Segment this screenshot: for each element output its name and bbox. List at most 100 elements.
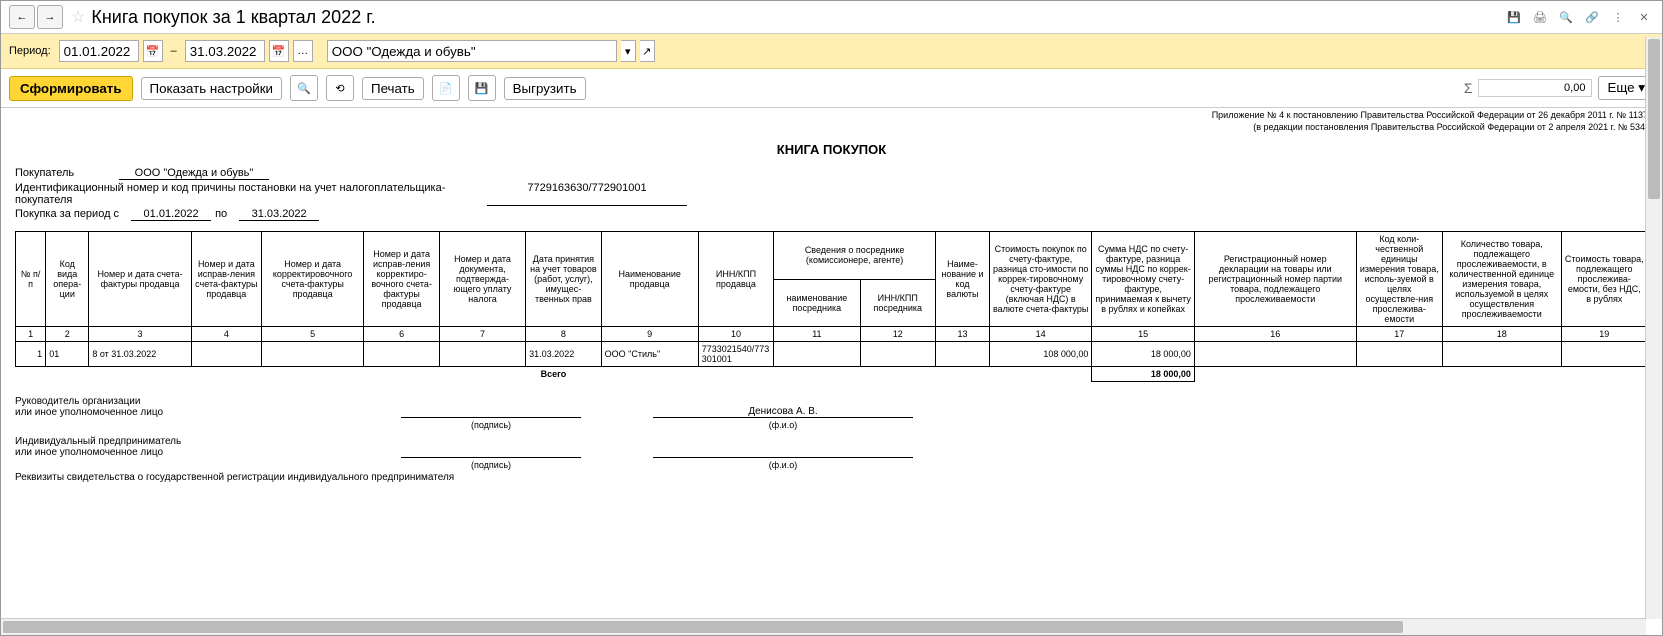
th-17: Код коли-чественной единицы измерения то…	[1356, 232, 1442, 327]
inn-value: 7729163630/772901001	[487, 182, 687, 206]
report-table: № п/п Код вида опера-ции Номер и дата сч…	[15, 231, 1648, 382]
print-button[interactable]: Печать	[362, 77, 424, 100]
num-16: 16	[1194, 327, 1356, 342]
th-11-12: Сведения о посреднике (комиссионере, аге…	[774, 232, 936, 280]
page-title: Книга покупок за 1 квартал 2022 г.	[91, 7, 375, 28]
num-1: 1	[16, 327, 46, 342]
period-text-label: Покупка за период с	[15, 208, 119, 221]
cell-7	[439, 342, 525, 367]
num-11: 11	[774, 327, 860, 342]
period-select-button[interactable]: …	[293, 40, 313, 62]
cell-cost: 108 000,00	[989, 342, 1091, 367]
cell-n: 1	[16, 342, 46, 367]
nav-forward-button[interactable]: →	[37, 5, 63, 29]
vertical-scrollbar[interactable]	[1645, 37, 1662, 619]
head-or-label: или иное уполномоченное лицо	[15, 407, 395, 418]
cell-6	[364, 342, 440, 367]
organization-dropdown-button[interactable]: ▾	[621, 40, 636, 62]
close-icon[interactable]: ✕	[1634, 7, 1654, 27]
num-8: 8	[526, 327, 602, 342]
period-dash: –	[171, 45, 177, 57]
save-file-button[interactable]: 💾	[468, 75, 496, 101]
num-5: 5	[261, 327, 363, 342]
horizontal-scrollbar[interactable]	[1, 618, 1646, 635]
print-icon[interactable]: 🖨	[1530, 7, 1550, 27]
report-title: КНИГА ПОКУПОК	[15, 142, 1648, 157]
period-to-value: 31.03.2022	[239, 208, 319, 221]
show-settings-button[interactable]: Показать настройки	[141, 77, 282, 100]
th-3: Номер и дата счета-фактуры продавца	[89, 232, 191, 327]
total-value: 18 000,00	[1092, 367, 1194, 382]
cell-16	[1194, 342, 1356, 367]
podpis-caption-1: (подпись)	[401, 420, 581, 430]
num-2: 2	[46, 327, 89, 342]
num-9: 9	[601, 327, 698, 342]
menu-icon[interactable]: ⋮	[1608, 7, 1628, 27]
th-1: № п/п	[16, 232, 46, 327]
cell-5	[261, 342, 363, 367]
link-icon[interactable]: 🔗	[1582, 7, 1602, 27]
cell-seller: ООО "Стиль"	[601, 342, 698, 367]
preview-icon[interactable]: 🔍	[1556, 7, 1576, 27]
th-16: Регистрационный номер декларации на това…	[1194, 232, 1356, 327]
nav-back-button[interactable]: ←	[9, 5, 35, 29]
head-label: Руководитель организации	[15, 396, 395, 407]
ip-fio-line	[653, 457, 913, 458]
th-7: Номер и дата документа, подтвержда-ющего…	[439, 232, 525, 327]
generate-button[interactable]: Сформировать	[9, 76, 133, 101]
cell-12	[860, 342, 936, 367]
sigma-icon: Σ	[1464, 80, 1473, 96]
period-to-calendar-button[interactable]: 📅	[269, 40, 289, 62]
th-14: Стоимость покупок по счету-фактуре, разн…	[989, 232, 1091, 327]
th-11: наименование посредника	[774, 279, 860, 327]
th-10: ИНН/КПП продавца	[698, 232, 774, 327]
num-19: 19	[1561, 327, 1647, 342]
table-row[interactable]: 1 01 8 от 31.03.2022 31.03.2022 ООО "Сти…	[16, 342, 1648, 367]
th-8: Дата принятия на учет товаров (работ, ус…	[526, 232, 602, 327]
th-2: Код вида опера-ции	[46, 232, 89, 327]
cell-19	[1561, 342, 1647, 367]
cell-13	[936, 342, 990, 367]
organization-open-button[interactable]: ↗	[640, 40, 655, 62]
favorite-star-icon[interactable]: ☆	[71, 7, 85, 27]
fio-caption-1: (ф.и.о)	[653, 420, 913, 430]
num-4: 4	[191, 327, 261, 342]
period-to-input[interactable]	[185, 40, 265, 62]
ip-sign-line	[401, 457, 581, 458]
cell-8: 31.03.2022	[526, 342, 602, 367]
th-9: Наименование продавца	[601, 232, 698, 327]
num-12: 12	[860, 327, 936, 342]
cell-17	[1356, 342, 1442, 367]
cell-code: 01	[46, 342, 89, 367]
legal-line-2: (в редакции постановления Правительства …	[15, 122, 1648, 132]
fio-caption-2: (ф.и.о)	[653, 460, 913, 470]
period-po-label: по	[215, 208, 227, 221]
num-13: 13	[936, 327, 990, 342]
titlebar: ← → ☆ Книга покупок за 1 квартал 2022 г.…	[1, 1, 1662, 34]
period-from-calendar-button[interactable]: 📅	[143, 40, 163, 62]
buyer-value: ООО "Одежда и обувь"	[119, 167, 269, 180]
num-14: 14	[989, 327, 1091, 342]
save-icon[interactable]: 💾	[1504, 7, 1524, 27]
requisites-label: Реквизиты свидетельства о государственно…	[15, 472, 454, 483]
action-bar: Сформировать Показать настройки 🔍 ⟲ Печа…	[1, 69, 1662, 108]
num-6: 6	[364, 327, 440, 342]
ip-or-label: или иное уполномоченное лицо	[15, 447, 395, 458]
period-from-input[interactable]	[59, 40, 139, 62]
period-from-value: 01.01.2022	[131, 208, 211, 221]
th-15: Сумма НДС по счету-фактуре, разница сумм…	[1092, 232, 1194, 327]
zoom-reset-button[interactable]: ⟲	[326, 75, 354, 101]
total-label: Всего	[16, 367, 1092, 382]
th-5: Номер и дата корректировочного счета-фак…	[261, 232, 363, 327]
num-18: 18	[1442, 327, 1561, 342]
th-19: Стоимость товара, подлежащего прослежива…	[1561, 232, 1647, 327]
cell-sf: 8 от 31.03.2022	[89, 342, 191, 367]
signature-block: Руководитель организации или иное уполно…	[15, 396, 1648, 483]
zoom-in-button[interactable]: 🔍	[290, 75, 318, 101]
organization-input[interactable]	[327, 40, 617, 62]
buyer-label: Покупатель	[15, 167, 115, 180]
export-button[interactable]: Выгрузить	[504, 77, 586, 100]
period-label: Период:	[9, 45, 51, 57]
th-18: Количество товара, подлежащего прослежив…	[1442, 232, 1561, 327]
preview-button[interactable]: 📄	[432, 75, 460, 101]
